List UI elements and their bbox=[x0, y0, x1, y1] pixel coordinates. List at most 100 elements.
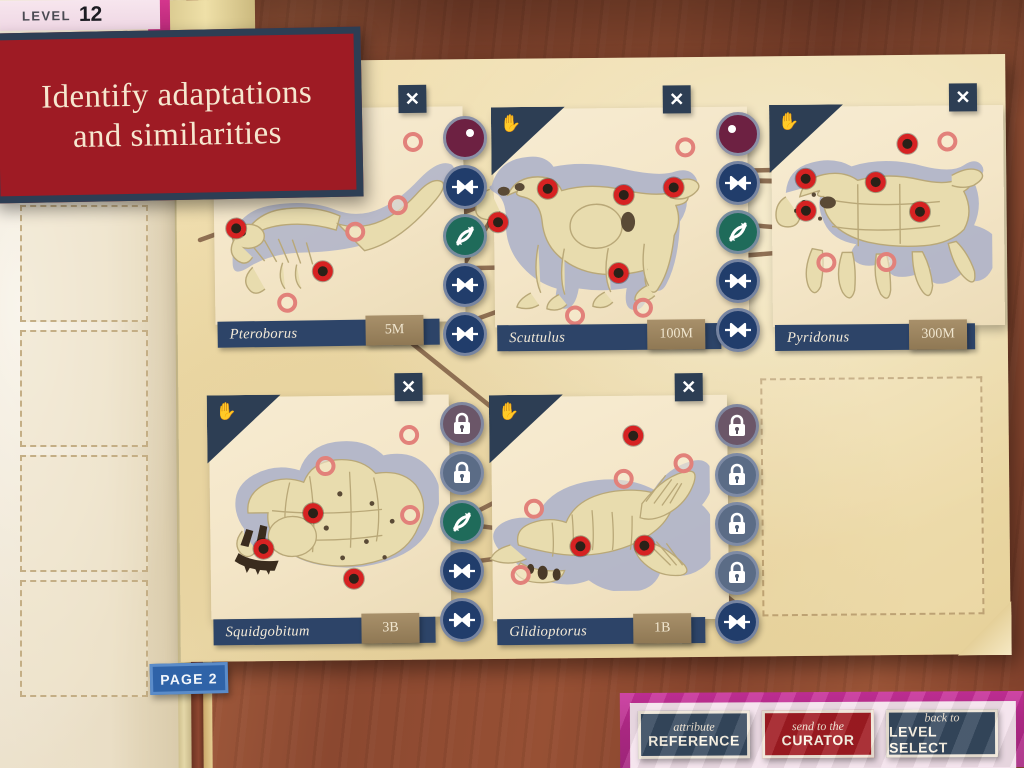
trait-node[interactable] bbox=[345, 221, 366, 242]
button-subtitle: back to bbox=[924, 709, 960, 725]
trait-node[interactable] bbox=[399, 504, 421, 526]
trait-node[interactable] bbox=[673, 453, 694, 474]
button-subtitle: send to the bbox=[791, 718, 845, 733]
specimen-name: Pyridonus bbox=[786, 328, 850, 346]
trait-node[interactable] bbox=[315, 455, 336, 477]
button-title: CURATOR bbox=[781, 732, 855, 749]
dot-marker-icon[interactable] bbox=[443, 116, 487, 160]
trait-node[interactable] bbox=[570, 536, 591, 557]
button-title: LEVEL SELECT bbox=[888, 723, 948, 756]
swap-arrows-icon[interactable] bbox=[716, 210, 760, 254]
trait-node[interactable] bbox=[402, 131, 424, 153]
swap-arrows-icon[interactable] bbox=[443, 214, 487, 258]
specimen-size-tag: 3B bbox=[361, 612, 420, 644]
trait-node[interactable] bbox=[623, 425, 644, 446]
empty-drop-zone[interactable] bbox=[760, 376, 985, 617]
lock-icon[interactable] bbox=[715, 404, 759, 448]
trait-node[interactable] bbox=[876, 251, 897, 273]
trait-node[interactable] bbox=[634, 535, 655, 556]
trait-node[interactable] bbox=[663, 177, 684, 198]
objective-line-2: and similarities bbox=[72, 114, 283, 155]
specimen-size-tag: 100M bbox=[647, 319, 706, 350]
empty-slot[interactable] bbox=[20, 205, 148, 322]
trait-node[interactable] bbox=[608, 262, 629, 284]
book-edge-gold bbox=[164, 0, 256, 31]
game-screen: ✕ Pteroborus 5M ✋ ✕ Scuttulus 100M ✋ ✕ P… bbox=[0, 0, 1024, 768]
trait-node[interactable] bbox=[909, 201, 931, 222]
close-card-button[interactable]: ✕ bbox=[394, 372, 423, 402]
converge-arrows-icon[interactable] bbox=[716, 259, 760, 303]
close-card-button[interactable]: ✕ bbox=[948, 83, 978, 112]
trait-node[interactable] bbox=[632, 297, 654, 318]
hand-icon: ✋ bbox=[215, 402, 238, 422]
converge-arrows-icon[interactable] bbox=[440, 549, 484, 593]
hand-icon: ✋ bbox=[778, 111, 800, 131]
empty-slot[interactable] bbox=[20, 330, 148, 447]
toolbar-button-row: attribute REFERENCE send to the CURATOR … bbox=[637, 709, 999, 759]
trait-node[interactable] bbox=[399, 424, 420, 446]
dot-marker-icon[interactable] bbox=[716, 112, 760, 156]
specimen-card[interactable]: ✋ bbox=[491, 373, 730, 646]
specimen-name: Pteroborus bbox=[229, 325, 298, 343]
sidebar-empty-slots bbox=[20, 205, 148, 705]
lock-icon[interactable] bbox=[715, 453, 759, 497]
trait-node[interactable] bbox=[613, 468, 634, 489]
specimen-size-tag: 300M bbox=[908, 319, 968, 350]
trait-node[interactable] bbox=[387, 195, 409, 216]
button-title: REFERENCE bbox=[648, 732, 740, 750]
trait-node[interactable] bbox=[343, 568, 364, 589]
specimen-size-tag: 1B bbox=[633, 613, 692, 644]
trait-node[interactable] bbox=[613, 184, 634, 206]
specimen-card[interactable]: ✋ bbox=[209, 372, 452, 646]
level-number: 12 bbox=[78, 2, 103, 27]
level-label: LEVEL bbox=[21, 7, 71, 24]
lock-icon[interactable] bbox=[440, 451, 484, 495]
trait-node[interactable] bbox=[675, 137, 696, 158]
bottom-toolbar: attribute REFERENCE send to the CURATOR … bbox=[619, 690, 1024, 768]
trait-node[interactable] bbox=[795, 168, 816, 189]
specimen-name: Scuttulus bbox=[509, 329, 566, 346]
toolbar-panel bbox=[629, 700, 1017, 768]
attribute-reference-button[interactable]: attribute REFERENCE bbox=[637, 710, 751, 759]
trait-node[interactable] bbox=[795, 200, 817, 221]
trait-node[interactable] bbox=[564, 305, 586, 326]
send-to-curator-button[interactable]: send to the CURATOR bbox=[761, 709, 875, 759]
trait-node[interactable] bbox=[302, 503, 324, 524]
trait-node[interactable] bbox=[537, 178, 558, 199]
converge-arrows-icon[interactable] bbox=[715, 600, 759, 644]
page-corner-fold bbox=[957, 601, 1012, 656]
trait-node[interactable] bbox=[937, 131, 958, 152]
button-subtitle: attribute bbox=[673, 719, 715, 734]
converge-arrows-icon[interactable] bbox=[443, 312, 487, 356]
empty-slot[interactable] bbox=[20, 580, 148, 697]
converge-arrows-icon[interactable] bbox=[716, 161, 760, 205]
close-card-button[interactable]: ✕ bbox=[398, 84, 427, 114]
empty-slot[interactable] bbox=[20, 455, 148, 572]
specimen-name: Glidioptorus bbox=[509, 622, 588, 640]
converge-arrows-icon[interactable] bbox=[716, 308, 760, 352]
trait-node[interactable] bbox=[865, 172, 886, 193]
close-card-button[interactable]: ✕ bbox=[674, 373, 703, 402]
trait-node[interactable] bbox=[487, 212, 509, 233]
swap-arrows-icon[interactable] bbox=[440, 500, 484, 544]
lock-icon[interactable] bbox=[715, 551, 759, 595]
specimen-card[interactable]: ✋ bbox=[474, 85, 750, 352]
page-tab[interactable]: PAGE 2 bbox=[149, 662, 229, 695]
specimen-size-tag: 5M bbox=[365, 314, 424, 346]
objective-line-1: Identify adaptations bbox=[40, 74, 313, 116]
trait-node[interactable] bbox=[816, 252, 837, 273]
trait-node[interactable] bbox=[253, 538, 274, 559]
close-card-button[interactable]: ✕ bbox=[662, 85, 691, 114]
converge-arrows-icon[interactable] bbox=[443, 165, 487, 209]
specimen-card[interactable]: ✋ bbox=[771, 83, 1005, 351]
fossil-illustration bbox=[479, 415, 711, 593]
converge-arrows-icon[interactable] bbox=[440, 598, 484, 642]
trait-node[interactable] bbox=[897, 133, 918, 154]
trait-node[interactable] bbox=[523, 498, 545, 519]
converge-arrows-icon[interactable] bbox=[443, 263, 487, 307]
lock-icon[interactable] bbox=[440, 402, 484, 446]
trait-node[interactable] bbox=[510, 564, 531, 586]
lock-icon[interactable] bbox=[715, 502, 759, 546]
objective-banner: Identify adaptations and similarities bbox=[0, 26, 364, 204]
back-to-level-select-button[interactable]: back to LEVEL SELECT bbox=[885, 709, 999, 758]
